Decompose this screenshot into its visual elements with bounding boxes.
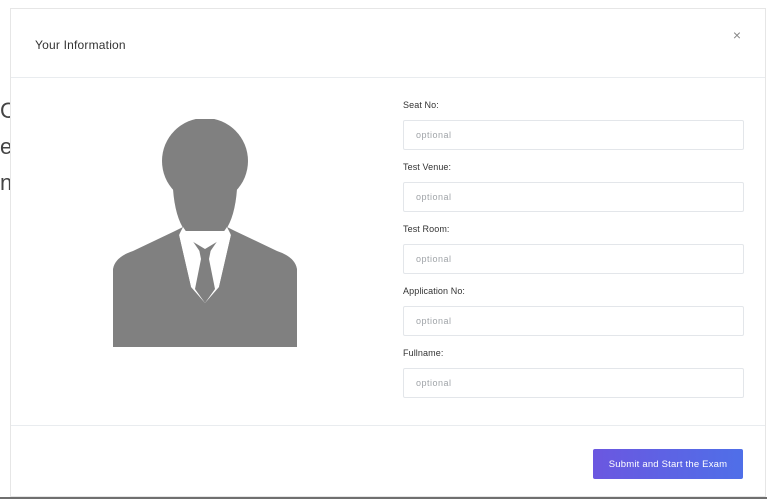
application-no-input[interactable] [403, 306, 744, 336]
application-no-label: Application No: [403, 286, 466, 296]
fullname-field-group: Fullname: [403, 347, 744, 398]
submit-start-exam-button[interactable]: Submit and Start the Exam [593, 449, 743, 479]
user-silhouette-icon [113, 119, 297, 347]
test-room-input[interactable] [403, 244, 744, 274]
information-modal: Your Information × Seat No: Test Venue: … [10, 8, 766, 497]
seat-no-label: Seat No: [403, 100, 439, 110]
modal-header: Your Information × [11, 9, 765, 78]
fullname-input[interactable] [403, 368, 744, 398]
test-room-label: Test Room: [403, 224, 450, 234]
fullname-label: Fullname: [403, 348, 444, 358]
test-venue-input[interactable] [403, 182, 744, 212]
modal-footer: Submit and Start the Exam [11, 425, 765, 499]
test-venue-field-group: Test Venue: [403, 161, 744, 212]
test-venue-label: Test Venue: [403, 162, 452, 172]
test-room-field-group: Test Room: [403, 223, 744, 274]
modal-title: Your Information [35, 38, 126, 52]
close-icon[interactable]: × [729, 27, 745, 43]
seat-no-input[interactable] [403, 120, 744, 150]
application-no-field-group: Application No: [403, 285, 744, 336]
seat-no-field-group: Seat No: [403, 99, 744, 150]
info-form: Seat No: Test Venue: Test Room: Applicat… [403, 99, 744, 409]
